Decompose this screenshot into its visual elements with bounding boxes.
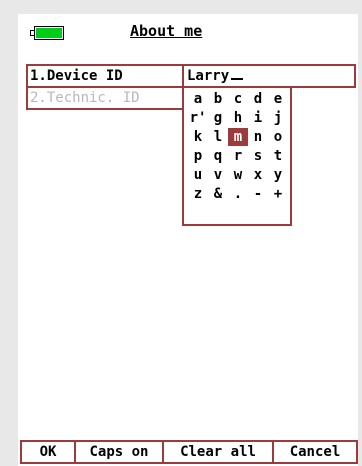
- title-bar: About me: [18, 18, 358, 46]
- key-k[interactable]: k: [188, 128, 208, 146]
- key-t[interactable]: t: [268, 147, 288, 165]
- key-j[interactable]: j: [268, 109, 288, 127]
- key-b[interactable]: b: [208, 90, 228, 108]
- key-c[interactable]: c: [228, 90, 248, 108]
- key-h[interactable]: h: [228, 109, 248, 127]
- text-cursor: [231, 68, 244, 80]
- battery-body: [34, 26, 64, 40]
- softkey-bar: OK Caps on Clear all Cancel: [20, 440, 358, 464]
- key-ampersand[interactable]: &: [208, 185, 228, 203]
- key-z[interactable]: z: [188, 185, 208, 203]
- key-v[interactable]: v: [208, 166, 228, 184]
- key-hyphen[interactable]: -: [248, 185, 268, 203]
- key-e[interactable]: e: [268, 90, 288, 108]
- key-l[interactable]: l: [208, 128, 228, 146]
- keypad-row: u v w x y: [188, 166, 288, 185]
- key-i[interactable]: i: [248, 109, 268, 127]
- key-y[interactable]: y: [268, 166, 288, 184]
- key-p[interactable]: p: [188, 147, 208, 165]
- key-d[interactable]: d: [248, 90, 268, 108]
- key-w[interactable]: w: [228, 166, 248, 184]
- keypad-row: a b c d e: [188, 90, 288, 109]
- keypad-row: k l m n o: [188, 128, 288, 147]
- device-id-input[interactable]: Larry: [182, 64, 356, 88]
- key-period[interactable]: .: [228, 185, 248, 203]
- key-u[interactable]: u: [188, 166, 208, 184]
- keypad-row: p q r s t: [188, 147, 288, 166]
- keypad-row: z & . - +: [188, 185, 288, 204]
- ok-softkey[interactable]: OK: [20, 442, 76, 464]
- key-m-selected[interactable]: m: [228, 128, 248, 146]
- key-g[interactable]: g: [208, 109, 228, 127]
- battery-icon: [30, 26, 66, 40]
- cancel-softkey[interactable]: Cancel: [274, 442, 358, 464]
- field-label-device-id[interactable]: 1.Device ID: [26, 64, 184, 88]
- device-bezel-right: [358, 0, 362, 466]
- key-a[interactable]: a: [188, 90, 208, 108]
- clear-all-softkey[interactable]: Clear all: [164, 442, 274, 464]
- field-label-technic-id[interactable]: 2.Technic. ID: [26, 86, 184, 110]
- device-bezel-top: [0, 0, 362, 14]
- keypad-row: r' g h i j: [188, 109, 288, 128]
- key-s[interactable]: s: [248, 147, 268, 165]
- key-r[interactable]: r: [228, 147, 248, 165]
- device-bezel-left: [0, 0, 18, 466]
- battery-fill: [36, 28, 62, 38]
- key-o[interactable]: o: [268, 128, 288, 146]
- key-plus[interactable]: +: [268, 185, 288, 203]
- character-picker[interactable]: a b c d e r' g h i j k l m n o p q r s t…: [182, 86, 292, 226]
- caps-on-softkey[interactable]: Caps on: [76, 442, 164, 464]
- page-title: About me: [130, 22, 203, 40]
- key-f[interactable]: r': [188, 109, 208, 127]
- device-id-value: Larry: [187, 68, 230, 84]
- key-q[interactable]: q: [208, 147, 228, 165]
- key-n[interactable]: n: [248, 128, 268, 146]
- key-x[interactable]: x: [248, 166, 268, 184]
